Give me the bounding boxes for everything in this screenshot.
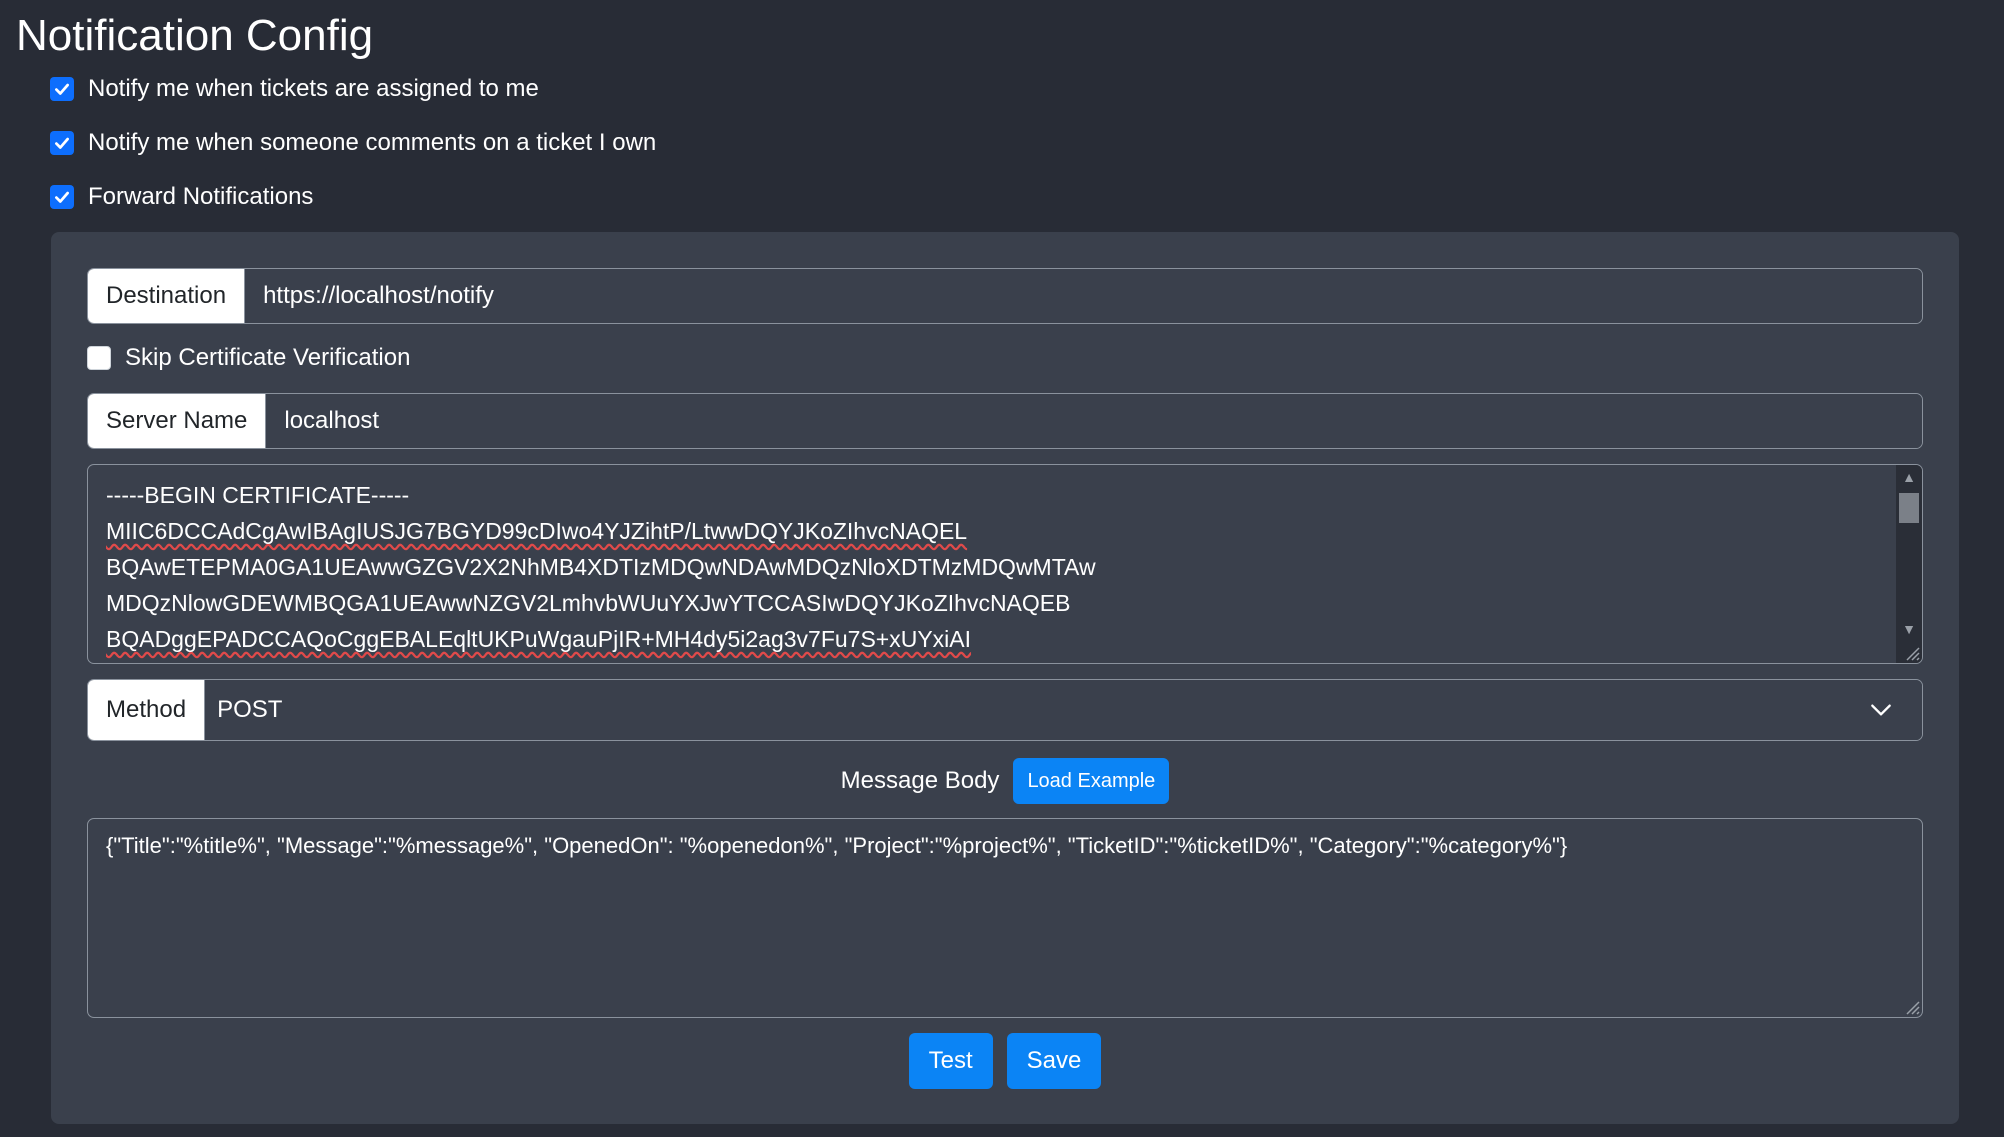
notify-assigned-checkbox[interactable]	[50, 77, 74, 101]
skip-cert-checkbox[interactable]	[87, 346, 111, 370]
load-example-button[interactable]: Load Example	[1013, 758, 1170, 804]
method-select[interactable]: POST	[205, 680, 1922, 740]
resize-grip-icon[interactable]	[1902, 643, 1920, 661]
certificate-textarea[interactable]: -----BEGIN CERTIFICATE----- MIIC6DCCAdCg…	[87, 464, 1923, 664]
destination-group: Destination https://localhost/notify	[87, 268, 1923, 324]
resize-grip-icon[interactable]	[1902, 997, 1920, 1015]
server-name-label: Server Name	[88, 394, 267, 448]
notify-comments-checkbox[interactable]	[50, 131, 74, 155]
option-notify-assigned[interactable]: Notify me when tickets are assigned to m…	[50, 71, 539, 107]
option-skip-cert[interactable]: Skip Certificate Verification	[87, 340, 410, 376]
message-body-content: {"Title":"%title%", "Message":"%message%…	[106, 833, 1568, 858]
server-name-group: Server Name localhost	[87, 393, 1923, 449]
message-body-label: Message Body	[840, 767, 1000, 794]
action-buttons: Test Save	[51, 1033, 1959, 1089]
forward-settings-panel: Destination https://localhost/notify Ski…	[51, 232, 1959, 1124]
forward-notifications-checkbox[interactable]	[50, 185, 74, 209]
option-forward-notifications[interactable]: Forward Notifications	[50, 179, 313, 215]
check-icon	[55, 83, 69, 95]
test-button[interactable]: Test	[908, 1033, 993, 1089]
cert-line: MIIC6DCCAdCgAwIBAgIUSJG7BGYD99cDIwo4YJZi…	[106, 518, 968, 544]
cert-line: BQAwETEPMA0GA1UEAwwGZGV2X2NhMB4XDTIzMDQw…	[106, 554, 1096, 580]
message-body-header: Message Body Load Example	[51, 758, 1959, 804]
notify-comments-label: Notify me when someone comments on a tic…	[88, 129, 657, 156]
cert-line: BQADggEPADCCAQoCggEBALEqltUKPuWgauPjIR+M…	[106, 626, 972, 652]
notify-assigned-label: Notify me when tickets are assigned to m…	[88, 75, 539, 102]
destination-input[interactable]: https://localhost/notify	[245, 269, 1922, 323]
check-icon	[55, 137, 69, 149]
destination-label: Destination	[88, 269, 246, 323]
message-body-textarea[interactable]: {"Title":"%title%", "Message":"%message%…	[87, 818, 1923, 1018]
page-title: Notification Config	[16, 11, 374, 60]
arrow-down-icon[interactable]: ▼	[1896, 617, 1922, 641]
cert-line: -----BEGIN CERTIFICATE-----	[106, 482, 410, 508]
forward-notifications-label: Forward Notifications	[88, 183, 314, 210]
certificate-scrollbar[interactable]: ▲ ▼	[1896, 465, 1922, 663]
option-notify-comments[interactable]: Notify me when someone comments on a tic…	[50, 125, 656, 161]
method-group: Method POST	[87, 679, 1923, 741]
certificate-content: -----BEGIN CERTIFICATE----- MIIC6DCCAdCg…	[88, 465, 1922, 657]
arrow-up-icon[interactable]: ▲	[1896, 465, 1922, 489]
server-name-input[interactable]: localhost	[266, 394, 1922, 448]
cert-line: MDQzNlowGDEWMBQGA1UEAwwNZGV2LmhvbWUuYXJw…	[106, 590, 1071, 616]
check-icon	[55, 191, 69, 203]
skip-cert-label: Skip Certificate Verification	[125, 344, 411, 371]
chevron-down-icon[interactable]	[1868, 697, 1894, 723]
scroll-thumb[interactable]	[1899, 493, 1919, 523]
method-label: Method	[88, 680, 206, 740]
save-button[interactable]: Save	[1006, 1033, 1102, 1089]
